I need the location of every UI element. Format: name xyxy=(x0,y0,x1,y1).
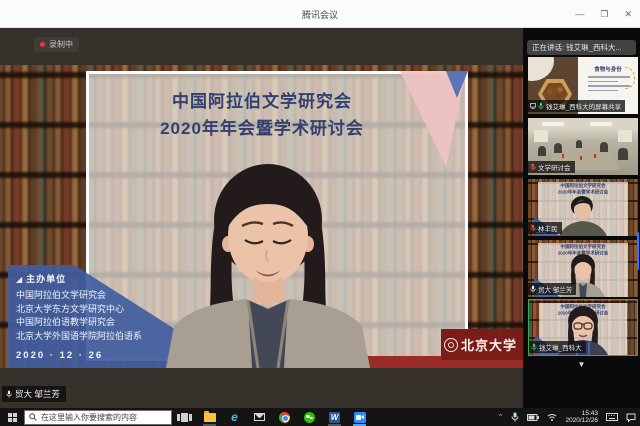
keyboard-icon xyxy=(606,413,618,421)
recording-label: 录制中 xyxy=(49,39,73,50)
taskbar-clock[interactable]: 15:43 2020/12/26 xyxy=(561,410,602,425)
wifi-icon xyxy=(547,413,557,421)
microphone-icon xyxy=(6,390,12,398)
mail-icon xyxy=(254,413,265,421)
wechat-button[interactable] xyxy=(297,408,322,426)
system-tray: ⌃ 15:43 xyxy=(494,408,640,426)
organizer-list: 中国阿拉伯文学研究会 北京大学东方文学研究中心 中国阿拉伯语教学研究会 北京大学… xyxy=(16,289,142,343)
screen-share-icon xyxy=(530,102,536,110)
organizer-item: 中国阿拉伯语教学研究会 xyxy=(16,316,142,330)
file-explorer-button[interactable] xyxy=(197,408,222,426)
slide-title-line1: 中国阿拉伯文学研究会 xyxy=(89,88,435,115)
participants-sidebar: 正在讲话: 钱艾琳_西科大... 食物与身份 xyxy=(523,28,640,408)
main-video-name-tag: 贸大 邹兰芳 xyxy=(2,386,66,402)
university-logo: 北京大学 xyxy=(441,329,523,360)
muted-microphone-icon xyxy=(530,224,536,232)
speaker-name: 贸大 邹兰芳 xyxy=(15,388,60,400)
participant-name: 贸大 邹兰芳 xyxy=(538,284,572,294)
speaker-portrait xyxy=(138,158,398,368)
ie-icon: e xyxy=(231,411,238,423)
tray-battery-button[interactable] xyxy=(523,408,543,426)
university-logo-text: 北京大学 xyxy=(461,335,517,354)
windows-taskbar: 在这里输入你要搜索的内容 e W ⌃ xyxy=(0,408,640,426)
speaking-microphone-icon xyxy=(531,343,537,351)
tray-network-button[interactable] xyxy=(543,408,561,426)
participant-name: 文学研讨会 xyxy=(538,162,571,172)
maximize-button[interactable]: ❐ xyxy=(600,9,608,20)
audio-on-icon xyxy=(538,102,544,110)
thumbnail-label: 钱艾琳_西科大的屏幕共享 xyxy=(528,100,625,112)
battery-icon xyxy=(527,414,539,421)
minimize-button[interactable]: — xyxy=(575,9,584,19)
thumbnail-participant[interactable]: 文学研讨会 xyxy=(528,118,638,175)
window-titlebar: 腾讯会议 — ❐ ✕ xyxy=(0,0,640,28)
taskbar-search-input[interactable]: 在这里输入你要搜索的内容 xyxy=(24,410,172,425)
tray-expand-button[interactable]: ⌃ xyxy=(494,408,508,426)
tencent-meeting-icon xyxy=(354,412,366,423)
participant-name: 钱艾琳_西科大的屏幕共享 xyxy=(546,101,621,111)
screen: 腾讯会议 — ❐ ✕ 录制中 中国阿拉伯文学研究会 2020年年会暨学术研讨会 xyxy=(0,0,640,426)
thumbnail-participant[interactable]: 中国阿拉伯文学研究会 2020年年会暨学术研讨会 xyxy=(528,240,638,297)
chrome-button[interactable] xyxy=(272,408,297,426)
thumbnail-screen-share[interactable]: 食物与身份 钱艾琳_西科大的屏幕共享 xyxy=(528,57,638,114)
sidebar-scrollbar[interactable] xyxy=(637,232,640,270)
action-center-button[interactable] xyxy=(622,408,640,426)
tray-microphone-button[interactable] xyxy=(507,408,523,426)
slide-title-line2: 2020年年会暨学术研讨会 xyxy=(89,115,435,142)
chrome-icon xyxy=(279,412,290,423)
meeting-stage: 录制中 中国阿拉伯文学研究会 2020年年会暨学术研讨会 北京大学 ◢主办单位 xyxy=(0,28,640,408)
notification-icon xyxy=(626,413,636,422)
peking-university-seal-icon xyxy=(444,338,458,352)
chart-icon: ◢ xyxy=(16,275,23,284)
participant-name: 林丰民 xyxy=(538,223,558,233)
search-placeholder: 在这里输入你要搜索的内容 xyxy=(41,412,137,423)
clock-date: 2020/12/26 xyxy=(565,417,598,425)
task-view-icon xyxy=(177,413,192,422)
windows-logo-icon xyxy=(8,413,17,422)
word-icon: W xyxy=(329,412,340,423)
main-video: 中国阿拉伯文学研究会 2020年年会暨学术研讨会 北京大学 ◢主办单位 中国阿拉… xyxy=(0,65,523,368)
mail-button[interactable] xyxy=(247,408,272,426)
touch-keyboard-button[interactable] xyxy=(602,408,622,426)
thumbnail-label: 钱艾琳_西科大 xyxy=(529,341,586,353)
organizer-heading: ◢主办单位 xyxy=(16,272,66,285)
task-view-button[interactable] xyxy=(172,408,197,426)
active-speaker-text: 正在讲话: 钱艾琳_西科大... xyxy=(532,42,622,53)
thumbnail-active-speaker[interactable]: 中国阿拉伯文学研究会 2020年年会暨学术研讨会 xyxy=(528,299,638,356)
word-button[interactable]: W xyxy=(322,408,347,426)
active-speaker-banner: 正在讲话: 钱艾琳_西科大... xyxy=(527,40,636,55)
participant-name: 钱艾琳_西科大 xyxy=(539,342,582,352)
thumbnail-label: 文学研讨会 xyxy=(528,161,575,173)
clock-time: 15:43 xyxy=(565,410,598,418)
organizer-item: 北京大学外国语学院阿拉伯语系 xyxy=(16,330,142,344)
recording-badge[interactable]: 录制中 xyxy=(34,37,79,52)
event-date: 2020 · 12 · 26 xyxy=(16,350,103,361)
internet-explorer-button[interactable]: e xyxy=(222,408,247,426)
thumbnail-participant[interactable]: 中国阿拉伯文学研究会 2020年年会暨学术研讨会 xyxy=(528,179,638,236)
muted-microphone-icon xyxy=(530,163,536,171)
tencent-meeting-button[interactable] xyxy=(347,408,372,426)
wechat-icon xyxy=(304,412,315,423)
recording-dot-icon xyxy=(40,42,45,47)
microphone-icon xyxy=(511,412,519,422)
microphone-icon xyxy=(530,285,536,293)
scroll-down-arrow[interactable]: ▼ xyxy=(523,360,640,369)
slide-title: 中国阿拉伯文学研究会 2020年年会暨学术研讨会 xyxy=(89,88,435,142)
start-button[interactable] xyxy=(0,408,24,426)
search-icon xyxy=(29,413,37,421)
thumbnail-label: 贸大 邹兰芳 xyxy=(528,283,576,295)
window-title: 腾讯会议 xyxy=(0,8,640,21)
organizer-item: 北京大学东方文学研究中心 xyxy=(16,303,142,317)
close-button[interactable]: ✕ xyxy=(624,9,632,20)
folder-icon xyxy=(204,413,216,422)
thumbnail-label: 林丰民 xyxy=(528,222,562,234)
